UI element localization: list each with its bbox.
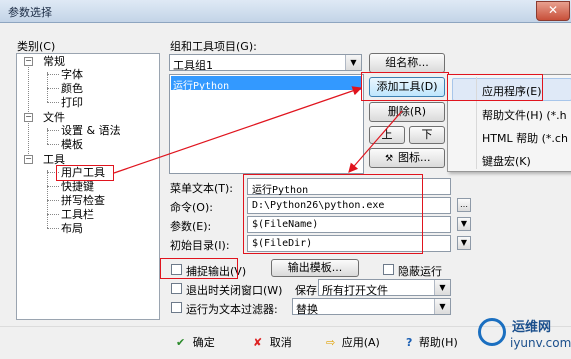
arrow-to-fields [348, 110, 403, 173]
arrow-to-add-tool [113, 86, 363, 174]
annotation-arrows [113, 86, 403, 174]
